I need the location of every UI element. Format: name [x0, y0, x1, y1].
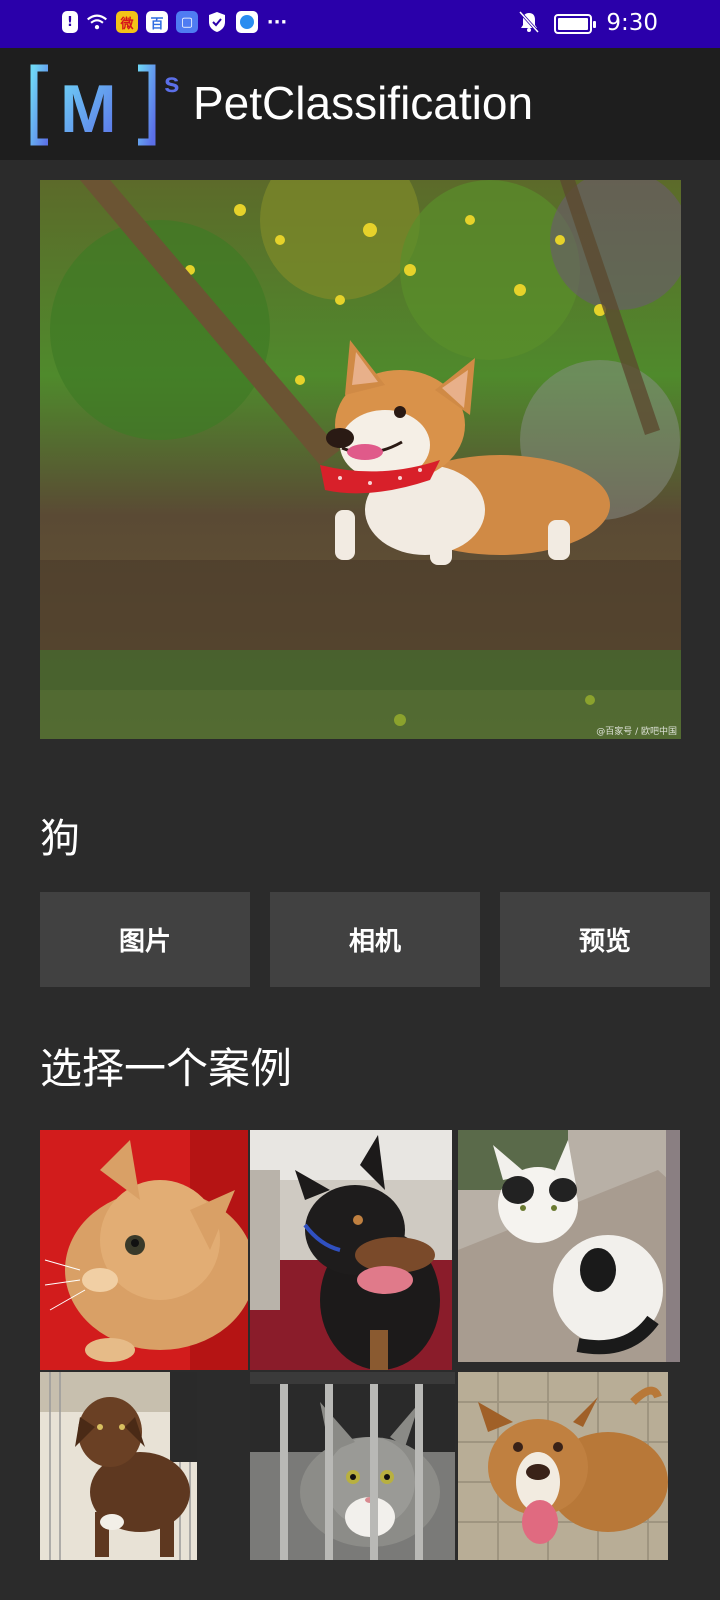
more-icon: ···	[266, 11, 288, 33]
example-tile-1[interactable]	[40, 1130, 248, 1370]
example-tile-3[interactable]	[458, 1130, 680, 1362]
browser-icon	[236, 11, 258, 33]
alert-icon: !	[62, 11, 78, 33]
selected-image: @百家号 / 欧吧中国	[40, 180, 681, 739]
app-bar: M s PetClassification	[0, 48, 720, 160]
white-kitten-photo	[458, 1130, 680, 1362]
app-logo: M s	[30, 62, 186, 147]
preview-button[interactable]: 预览	[500, 892, 710, 987]
example-tile-5[interactable]	[250, 1372, 455, 1560]
baidu-icon: 百	[146, 11, 168, 33]
examples-title: 选择一个案例	[40, 1044, 293, 1093]
example-tile-6[interactable]	[458, 1372, 668, 1560]
doberman-photo	[250, 1130, 452, 1370]
shield-icon	[206, 11, 228, 33]
orange-cat-photo	[40, 1130, 248, 1370]
status-time: 9:30	[606, 10, 658, 36]
classification-result: 狗	[40, 816, 80, 862]
svg-text:s: s	[164, 67, 180, 98]
camera-button[interactable]: 相机	[270, 892, 480, 987]
status-bar-left-icons: ! 微 百 ▢ ···	[62, 11, 288, 33]
svg-text:M: M	[60, 71, 117, 146]
pit-bull-photo	[458, 1372, 668, 1560]
example-tile-4[interactable]	[40, 1372, 197, 1560]
corgi-photo	[40, 180, 681, 739]
status-bar-right-icons	[518, 10, 596, 38]
brown-dog-photo	[40, 1372, 197, 1560]
gallery-button[interactable]: 图片	[40, 892, 250, 987]
battery-icon	[554, 14, 596, 34]
store-icon: ▢	[176, 11, 198, 33]
wifi-icon	[86, 11, 108, 33]
bell-muted-icon	[518, 10, 540, 38]
app-title: PetClassification	[193, 77, 534, 129]
tabby-cat-photo	[250, 1372, 455, 1560]
status-bar: ! 微 百 ▢ ··· 9:30	[0, 0, 720, 48]
weibo-icon: 微	[116, 11, 138, 33]
example-tile-2[interactable]	[250, 1130, 452, 1370]
image-watermark: @百家号 / 欧吧中国	[596, 727, 677, 737]
